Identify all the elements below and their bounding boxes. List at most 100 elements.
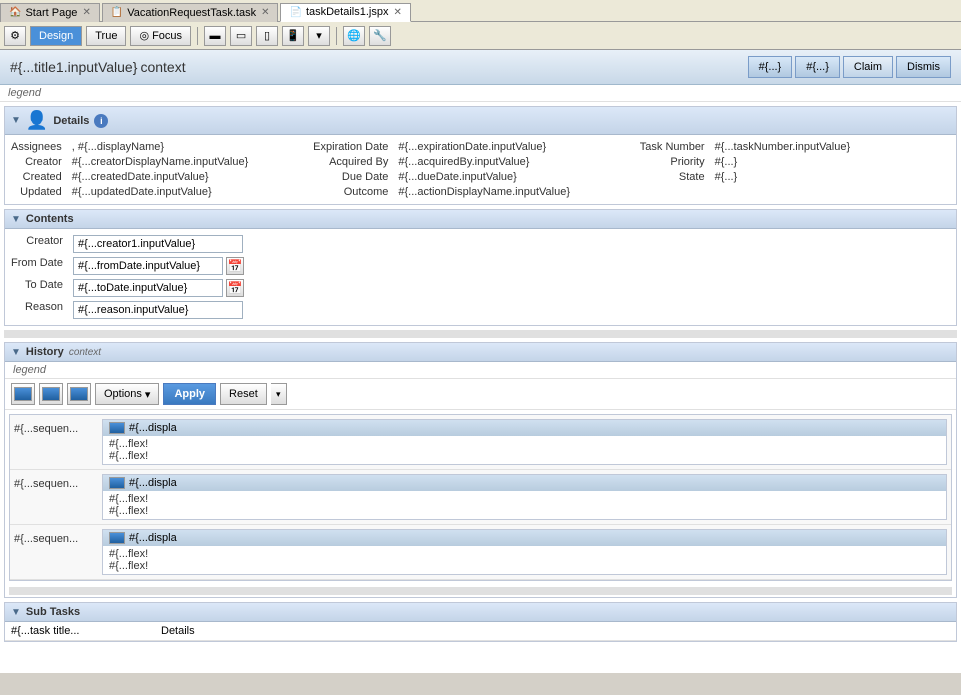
reset-button[interactable]: Reset: [220, 383, 267, 405]
reason-label: Reason: [11, 301, 67, 319]
history-icon-btn-1[interactable]: [11, 383, 35, 405]
subtasks-header-row: #{...task title... Details: [5, 622, 956, 641]
page-header: #{...title1.inputValue} context #{...} #…: [0, 50, 961, 85]
history-row: #{...sequen... #{...displa #{...flex! #{…: [10, 470, 951, 525]
page-context-label: context: [140, 59, 185, 75]
to-date-value[interactable]: #{...toDate.inputValue}: [73, 279, 223, 297]
history-card-0: #{...displa #{...flex! #{...flex!: [102, 419, 947, 465]
tab-vacation-task[interactable]: 📋 VacationRequestTask.task ✕: [102, 3, 279, 22]
expiration-date-value: #{...expirationDate.inputValue}: [398, 141, 633, 153]
priority-value: #{...}: [715, 156, 950, 168]
tab-task-details-close[interactable]: ✕: [393, 7, 401, 18]
history-thumbnail-icon-3: [70, 387, 88, 401]
priority-label: Priority: [640, 156, 709, 168]
history-seq-1: #{...sequen...: [14, 474, 94, 490]
layout-btn-5[interactable]: ▾: [308, 26, 330, 46]
history-thumbnail-icon-2: [42, 387, 60, 401]
true-label: True: [95, 30, 117, 42]
history-table: #{...sequen... #{...displa #{...flex! #{…: [5, 410, 956, 585]
options-label: Options: [104, 388, 142, 400]
history-card-body-0: #{...flex! #{...flex!: [103, 436, 946, 464]
history-thumbnail-icon-1: [14, 387, 32, 401]
card-flex2-0: #{...flex!: [109, 450, 940, 462]
to-date-calendar-icon[interactable]: 📅: [226, 279, 244, 297]
history-row: #{...sequen... #{...displa #{...flex! #{…: [10, 415, 951, 470]
vacation-task-icon: 📋: [111, 7, 123, 18]
true-button[interactable]: True: [86, 26, 126, 46]
tab-start-page[interactable]: 🏠 Start Page ✕: [0, 3, 100, 22]
layout-btn-3[interactable]: ▯: [256, 26, 278, 46]
focus-label: Focus: [152, 30, 182, 42]
content-scrollbar[interactable]: [4, 330, 957, 338]
claim-button[interactable]: Claim: [843, 56, 893, 78]
reset-dropdown-arrow[interactable]: ▾: [271, 383, 287, 405]
apply-button[interactable]: Apply: [163, 383, 216, 405]
state-value: #{...}: [715, 171, 950, 183]
card-thumb-2: [109, 532, 125, 544]
toolbar-icon-btn-1[interactable]: ⚙: [4, 26, 26, 46]
focus-button[interactable]: ◎ Focus: [130, 26, 191, 46]
history-seq-2: #{...sequen...: [14, 529, 94, 545]
contents-section-title: Contents: [26, 213, 74, 225]
tab-task-details-label: taskDetails1.jspx: [306, 6, 389, 18]
history-card-body-1: #{...flex! #{...flex!: [103, 491, 946, 519]
main-content: #{...title1.inputValue} context #{...} #…: [0, 50, 961, 673]
updated-label: Updated: [11, 186, 66, 198]
expiration-date-label: Expiration Date: [313, 141, 392, 153]
contents-collapse-icon[interactable]: ▼: [11, 214, 21, 225]
details-avatar-icon: 👤: [26, 110, 48, 131]
history-card-1: #{...displa #{...flex! #{...flex!: [102, 474, 947, 520]
options-button[interactable]: Options ▾: [95, 383, 159, 405]
header-btn-2[interactable]: #{...}: [795, 56, 840, 78]
contents-creator-value[interactable]: #{...creator1.inputValue}: [73, 235, 243, 253]
acquired-by-label: Acquired By: [313, 156, 392, 168]
dismiss-button[interactable]: Dismis: [896, 56, 951, 78]
contents-creator-field[interactable]: #{...creator1.inputValue}: [73, 235, 950, 253]
details-info-icon[interactable]: i: [94, 114, 108, 128]
task-details-icon: 📄: [289, 7, 301, 18]
toolbar-separator-2: [336, 27, 337, 45]
browser-btn[interactable]: 🌐: [343, 26, 365, 46]
to-date-label: To Date: [11, 279, 67, 297]
history-collapse-icon[interactable]: ▼: [11, 347, 21, 358]
history-toolbar: Options ▾ Apply Reset ▾: [5, 379, 956, 410]
acquired-by-value: #{...acquiredBy.inputValue}: [398, 156, 633, 168]
details-collapse-icon[interactable]: ▼: [11, 115, 21, 126]
reason-value[interactable]: #{...reason.inputValue}: [73, 301, 243, 319]
layout-btn-4[interactable]: 📱: [282, 26, 304, 46]
subtasks-collapse-icon[interactable]: ▼: [11, 607, 21, 618]
tab-vacation-task-close[interactable]: ✕: [261, 7, 269, 18]
history-icon-btn-3[interactable]: [67, 383, 91, 405]
design-button[interactable]: Design: [30, 26, 82, 46]
details-section: ▼ 👤 Details i Assignees , #{...displayNa…: [4, 106, 957, 205]
reason-field[interactable]: #{...reason.inputValue}: [73, 301, 950, 319]
history-card-body-2: #{...flex! #{...flex!: [103, 546, 946, 574]
layout-btn-2[interactable]: ▭: [230, 26, 252, 46]
created-label: Created: [11, 171, 66, 183]
header-buttons: #{...} #{...} Claim Dismis: [748, 56, 951, 78]
tools-btn[interactable]: 🔧: [369, 26, 391, 46]
tab-start-page-close[interactable]: ✕: [82, 7, 90, 18]
tab-start-page-label: Start Page: [25, 7, 77, 19]
from-date-label: From Date: [11, 257, 67, 275]
subtasks-section: ▼ Sub Tasks #{...task title... Details: [4, 602, 957, 642]
outcome-label: Outcome: [313, 186, 392, 198]
header-btn-1[interactable]: #{...}: [748, 56, 793, 78]
legend-text: legend: [8, 87, 41, 99]
tab-bar: 🏠 Start Page ✕ 📋 VacationRequestTask.tas…: [0, 0, 961, 22]
updated-value: #{...updatedDate.inputValue}: [72, 186, 307, 198]
history-section-header: ▼ History context: [5, 343, 956, 362]
card-flex2-2: #{...flex!: [109, 560, 940, 572]
history-icon-btn-2[interactable]: [39, 383, 63, 405]
from-date-value[interactable]: #{...fromDate.inputValue}: [73, 257, 223, 275]
history-scrollbar[interactable]: [9, 587, 952, 595]
tab-task-details[interactable]: 📄 taskDetails1.jspx ✕: [280, 3, 410, 22]
page-title-area: #{...title1.inputValue} context: [10, 59, 186, 75]
from-date-calendar-icon[interactable]: 📅: [226, 257, 244, 275]
card-flex1-2: #{...flex!: [109, 548, 940, 560]
layout-btn-1[interactable]: ▬: [204, 26, 226, 46]
toolbar-separator-1: [197, 27, 198, 45]
assignees-label: Assignees: [11, 141, 66, 153]
assignees-value: , #{...displayName}: [72, 141, 307, 153]
subtasks-section-title: Sub Tasks: [26, 606, 80, 618]
